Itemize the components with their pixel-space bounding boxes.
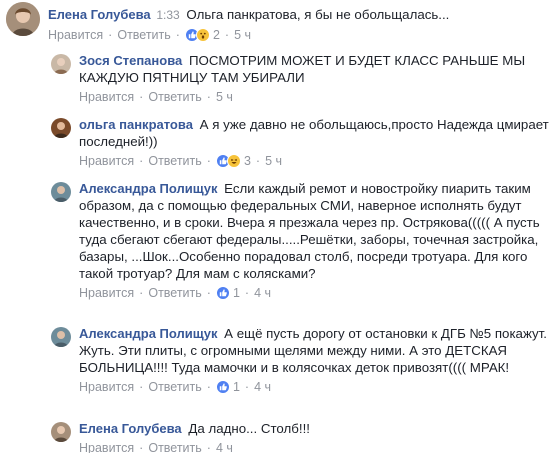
comment-time[interactable]: 5 ч (265, 154, 282, 168)
comment-time[interactable]: 5 ч (234, 28, 251, 42)
reaction-count: 3 (243, 154, 251, 168)
comment-text-line: Елена Голубева 1:33 Ольга панкратова, я … (48, 6, 555, 24)
like-link[interactable]: Нравится (79, 90, 134, 104)
separator-dot: · (175, 28, 180, 42)
comment-text-line: Александра Полищук А ещё пусть дорогу от… (79, 325, 549, 376)
like-link[interactable]: Нравится (48, 28, 103, 42)
reply-link[interactable]: Ответить (117, 28, 170, 42)
comment-time[interactable]: 5 ч (216, 90, 233, 104)
reaction-summary[interactable]: 1 (215, 380, 240, 394)
reply-link[interactable]: Ответить (148, 154, 201, 168)
comment-actions: Нравится · Ответить · 1 · 4 ч (79, 285, 549, 301)
separator-dot: · (255, 154, 261, 168)
separator-dot: · (139, 90, 144, 104)
reply-link[interactable]: Ответить (148, 441, 201, 453)
like-link[interactable]: Нравится (79, 154, 134, 168)
comment-actions: Нравится · Ответить · 1 · 4 ч (79, 379, 549, 395)
comment-actions: Нравится · Ответить · 3 · 5 ч (79, 153, 549, 169)
thumbs-up-icon (215, 380, 230, 394)
haha-icon (226, 154, 241, 168)
comment-time[interactable]: 4 ч (254, 380, 271, 394)
avatar[interactable] (51, 422, 71, 442)
separator-dot: · (224, 28, 230, 42)
separator-dot: · (244, 380, 250, 394)
wow-icon (195, 28, 210, 42)
comment-author[interactable]: Александра Полищук (79, 181, 217, 196)
separator-dot: · (206, 380, 211, 394)
separator-dot: · (108, 28, 113, 42)
separator-dot: · (139, 154, 144, 168)
comment-actions: Нравится · Ответить · 2 · 5 ч (48, 27, 555, 43)
avatar[interactable] (51, 54, 71, 74)
comment-text-line: ольга панкратова А я уже давно не обольщ… (79, 116, 549, 150)
comment-message: Если каждый ремот и новостройку пиарить … (79, 181, 540, 281)
comment-time[interactable]: 4 ч (216, 441, 233, 453)
separator-dot: · (206, 90, 211, 104)
reaction-summary[interactable]: 2 (184, 28, 220, 42)
comment-actions: Нравится · Ответить · 4 ч (79, 440, 549, 453)
comment-author[interactable]: Елена Голубева (48, 7, 151, 22)
separator-dot: · (139, 286, 144, 300)
thumbs-up-icon (215, 286, 230, 300)
comment-author[interactable]: Александра Полищук (79, 326, 217, 341)
reaction-count: 2 (212, 28, 220, 42)
avatar[interactable] (6, 2, 40, 36)
like-link[interactable]: Нравится (79, 441, 134, 453)
reaction-summary[interactable]: 1 (215, 286, 240, 300)
comment-author[interactable]: ольга панкратова (79, 117, 193, 132)
separator-dot: · (206, 441, 211, 453)
reply-link[interactable]: Ответить (148, 286, 201, 300)
avatar[interactable] (51, 327, 71, 347)
reaction-count: 1 (232, 380, 240, 394)
separator-dot: · (244, 286, 250, 300)
like-link[interactable]: Нравится (79, 286, 134, 300)
comment-text-line: Елена Голубева Да ладно... Столб!!! (79, 420, 549, 437)
comment-author[interactable]: Елена Голубева (79, 421, 182, 436)
comment-author[interactable]: Зося Степанова (79, 53, 182, 68)
comment-message: Ольга панкратова, я бы не обольщалась... (186, 7, 450, 22)
reply-link[interactable]: Ответить (148, 90, 201, 104)
like-link[interactable]: Нравится (79, 380, 134, 394)
separator-dot: · (139, 441, 144, 453)
reaction-summary[interactable]: 3 (215, 154, 251, 168)
separator-dot: · (206, 154, 211, 168)
separator-dot: · (206, 286, 211, 300)
comment-timestamp: 1:33 (156, 8, 180, 22)
comment-message: Да ладно... Столб!!! (188, 421, 310, 436)
avatar[interactable] (51, 182, 71, 202)
separator-dot: · (139, 380, 144, 394)
avatar[interactable] (51, 118, 71, 138)
comment-time[interactable]: 4 ч (254, 286, 271, 300)
reply-link[interactable]: Ответить (148, 380, 201, 394)
comment-actions: Нравится · Ответить · 5 ч (79, 89, 549, 105)
comment-text-line: Зося Степанова ПОСМОТРИМ МОЖЕТ И БУДЕТ К… (79, 52, 549, 86)
reaction-count: 1 (232, 286, 240, 300)
comment-text-line: Александра Полищук Если каждый ремот и н… (79, 180, 549, 282)
